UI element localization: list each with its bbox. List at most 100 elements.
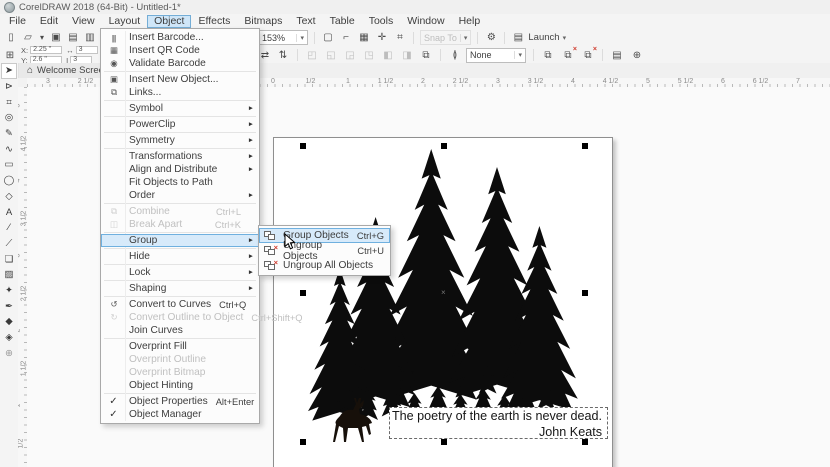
object-menu-item-shaping[interactable]: Shaping► (101, 282, 259, 295)
open-document-button[interactable]: ▱ (21, 31, 35, 45)
new-document-button[interactable]: ▯ (4, 31, 18, 45)
options-gear-icon[interactable]: ⚙ (484, 31, 498, 45)
paste-button[interactable]: ▥ (83, 31, 97, 45)
object-menu-item-lock[interactable]: Lock► (101, 266, 259, 279)
more-tools-button[interactable]: ⊕ (1, 345, 17, 361)
object-menu-item-overprint-fill[interactable]: Overprint Fill (101, 340, 259, 353)
object-menu-item-insert-qr-code[interactable]: ▦Insert QR Code (101, 44, 259, 57)
freehand-tool[interactable]: ✎ (1, 126, 17, 142)
selection-handle-top-left[interactable] (300, 143, 306, 149)
menubar-item-effects[interactable]: Effects (191, 15, 237, 28)
object-menu-item-object-properties[interactable]: ✓Object PropertiesAlt+Enter (101, 395, 259, 408)
selection-handle-middle-left[interactable] (300, 290, 306, 296)
selection-handle-middle-right[interactable] (582, 290, 588, 296)
selection-handle-top-center[interactable] (441, 143, 447, 149)
back-minus-front-button[interactable]: ◨ (400, 48, 414, 62)
menubar-item-file[interactable]: File (2, 15, 33, 28)
ungroup-all-objects-button[interactable]: ⧉× (581, 48, 595, 62)
snap-to-combo[interactable]: Snap To ▾ (420, 30, 471, 45)
selection-handle-top-right[interactable] (582, 143, 588, 149)
deer-artwork[interactable] (326, 396, 380, 444)
x-position-field[interactable]: 2.25 " (30, 46, 62, 55)
dimension-tool[interactable]: ∕ (1, 220, 17, 236)
outline-width-combo[interactable]: None ▾ (466, 48, 526, 63)
transparency-tool[interactable]: ▨ (1, 267, 17, 283)
object-menu-item-combine[interactable]: ⧉CombineCtrl+L (101, 205, 259, 218)
bezier-tool[interactable]: ∿ (1, 141, 17, 157)
object-menu-item-order[interactable]: Order► (101, 189, 259, 202)
menubar-item-object[interactable]: Object (147, 15, 191, 28)
weld-button[interactable]: ◰ (305, 48, 319, 62)
polygon-tool[interactable]: ◇ (1, 189, 17, 205)
menubar-item-view[interactable]: View (65, 15, 102, 28)
ungroup-objects-button[interactable]: ⧉× (561, 48, 575, 62)
object-menu-item-validate-barcode[interactable]: ◉Validate Barcode (101, 57, 259, 70)
submenu-item-ungroup-objects[interactable]: ×Ungroup ObjectsCtrl+U (259, 243, 390, 258)
group-objects-button[interactable]: ⧉ (541, 48, 555, 62)
object-properties-toolbar-button[interactable]: ▤ (610, 48, 624, 62)
trim-button[interactable]: ◱ (324, 48, 338, 62)
selection-handle-bottom-left[interactable] (300, 439, 306, 445)
connector-tool[interactable]: ⟋ (1, 236, 17, 252)
text-tool[interactable]: A (1, 204, 17, 220)
fill-tool[interactable]: ◆ (1, 314, 17, 330)
interactive-fill-tool[interactable]: ◈ (1, 330, 17, 346)
object-menu-item-powerclip[interactable]: PowerClip► (101, 118, 259, 131)
quote-text-object[interactable]: The poetry of the earth is never dead. J… (389, 407, 608, 439)
zoom-level-combo[interactable]: 153% ▾ (258, 30, 308, 45)
object-menu-item-group[interactable]: Group► (101, 234, 259, 247)
object-menu-item-break-apart[interactable]: ◫Break ApartCtrl+K (101, 218, 259, 231)
object-menu-item-overprint-bitmap[interactable]: Overprint Bitmap (101, 366, 259, 379)
object-menu-item-transformations[interactable]: Transformations► (101, 150, 259, 163)
rectangle-tool[interactable]: ▭ (1, 157, 17, 173)
menubar-item-table[interactable]: Table (323, 15, 362, 28)
object-menu-item-align-and-distribute[interactable]: Align and Distribute► (101, 163, 259, 176)
simplify-button[interactable]: ◳ (362, 48, 376, 62)
object-menu-item-fit-objects-to-path[interactable]: Fit Objects to Path (101, 176, 259, 189)
object-menu-item-insert-new-object[interactable]: ▣Insert New Object... (101, 73, 259, 86)
print-button[interactable]: ▤ (66, 31, 80, 45)
object-menu-item-object-hinting[interactable]: Object Hinting (101, 379, 259, 392)
menubar-item-edit[interactable]: Edit (33, 15, 65, 28)
crop-tool[interactable]: ⌗ (1, 94, 17, 110)
menubar-item-bitmaps[interactable]: Bitmaps (237, 15, 289, 28)
intersect-button[interactable]: ◲ (343, 48, 357, 62)
object-menu-item-insert-barcode[interactable]: |||Insert Barcode... (101, 31, 259, 44)
pick-tool[interactable]: ➤ (1, 63, 17, 79)
eyedropper-tool[interactable]: ✦ (1, 283, 17, 299)
selection-handle-bottom-center[interactable] (441, 439, 447, 445)
front-minus-back-button[interactable]: ◧ (381, 48, 395, 62)
show-guidelines-button[interactable]: ✛ (375, 31, 389, 45)
open-dropdown[interactable]: ▾ (38, 31, 46, 45)
outline-pen-tool[interactable]: ✒ (1, 298, 17, 314)
selection-handle-bottom-right[interactable] (582, 439, 588, 445)
menubar-item-text[interactable]: Text (289, 15, 322, 28)
show-grid-button[interactable]: ▦ (357, 31, 371, 45)
drop-shadow-tool[interactable]: ❏ (1, 251, 17, 267)
menubar-item-help[interactable]: Help (452, 15, 488, 28)
object-menu-item-convert-to-curves[interactable]: ↺Convert to CurvesCtrl+Q (101, 298, 259, 311)
quick-customize-button[interactable]: ⊕ (630, 48, 644, 62)
show-rulers-button[interactable]: ⌐ (339, 31, 353, 45)
object-menu-item-overprint-outline[interactable]: Overprint Outline (101, 353, 259, 366)
shape-tool[interactable]: ⊳ (1, 79, 17, 95)
menubar-item-layout[interactable]: Layout (102, 15, 148, 28)
object-menu-item-symbol[interactable]: Symbol► (101, 102, 259, 115)
save-button[interactable]: ▣ (49, 31, 63, 45)
mirror-vertical-button[interactable]: ⇅ (276, 48, 290, 62)
object-menu-item-convert-outline-to-object[interactable]: ↻Convert Outline to ObjectCtrl+Shift+Q (101, 311, 259, 324)
object-menu-item-links[interactable]: ⧉Links... (101, 86, 259, 99)
menubar-item-window[interactable]: Window (400, 15, 451, 28)
object-menu-item-symmetry[interactable]: Symmetry► (101, 134, 259, 147)
object-menu-item-join-curves[interactable]: Join Curves (101, 324, 259, 337)
launch-button[interactable]: ▤ Launch ▾ (511, 31, 566, 45)
ellipse-tool[interactable]: ◯ (1, 173, 17, 189)
object-menu-item-hide[interactable]: Hide► (101, 250, 259, 263)
object-width-field[interactable]: 3 (76, 46, 98, 55)
submenu-item-ungroup-all-objects[interactable]: ×Ungroup All Objects (259, 258, 390, 273)
snap-settings-button[interactable]: ⌗ (393, 31, 407, 45)
menubar-item-tools[interactable]: Tools (362, 15, 401, 28)
object-menu-item-object-manager[interactable]: ✓Object Manager (101, 408, 259, 421)
create-boundary-button[interactable]: ⧉ (419, 48, 433, 62)
full-screen-preview-button[interactable]: ▢ (321, 31, 335, 45)
